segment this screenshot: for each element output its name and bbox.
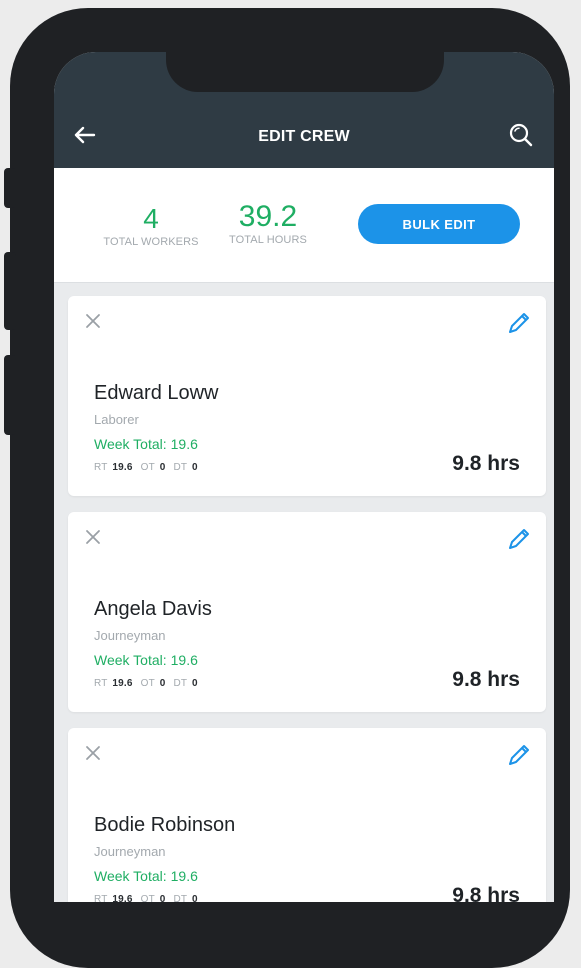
search-button[interactable]: [508, 122, 534, 148]
total-workers-value: 4: [143, 203, 159, 234]
pencil-icon: [509, 529, 529, 549]
ot-label: OT: [140, 894, 155, 902]
total-hours-label: TOTAL HOURS: [229, 234, 307, 246]
worker-role: Journeyman: [94, 628, 166, 643]
rt-value: 19.6: [112, 462, 133, 473]
rt-label: RT: [94, 678, 108, 689]
week-total: Week Total: 19.6: [94, 436, 198, 452]
remove-worker-button[interactable]: [84, 744, 102, 762]
daily-hours: 9.8 hrs: [452, 884, 520, 902]
ot-value: 0: [159, 678, 166, 689]
page-title: EDIT CREW: [258, 128, 350, 145]
dt-value: 0: [192, 894, 198, 902]
rt-label: RT: [94, 462, 108, 473]
worker-name: Edward Loww: [94, 382, 219, 404]
phone-notch: [166, 52, 444, 92]
total-workers-stat: 4 TOTAL WORKERS: [80, 203, 222, 249]
rt-value: 19.6: [112, 678, 133, 689]
pencil-icon: [509, 313, 529, 333]
dt-label: DT: [173, 462, 188, 473]
bulk-edit-button[interactable]: BULK EDIT: [358, 204, 520, 244]
edit-worker-button[interactable]: [506, 310, 532, 336]
week-total-label: Week Total:: [94, 868, 167, 884]
hours-breakdown: RT 19.6 OT 0 DT 0: [94, 678, 203, 689]
daily-hours: 9.8 hrs: [452, 452, 520, 475]
week-total-value: 19.6: [170, 652, 198, 668]
close-icon: [86, 530, 100, 544]
worker-card: Bodie Robinson Journeyman Week Total: 19.…: [68, 728, 546, 902]
ot-label: OT: [140, 462, 155, 473]
week-total-value: 19.6: [170, 436, 198, 452]
remove-worker-button[interactable]: [84, 528, 102, 546]
worker-name: Angela Davis: [94, 598, 212, 620]
total-workers-label: TOTAL WORKERS: [103, 236, 199, 248]
week-total-label: Week Total:: [94, 436, 167, 452]
app-screen: EDIT CREW 4 TOTAL WORKERS 39.2 TOTAL HOU…: [54, 52, 554, 902]
total-hours-value: 39.2: [238, 200, 298, 233]
remove-worker-button[interactable]: [84, 312, 102, 330]
dt-label: DT: [173, 894, 188, 902]
worker-name: Bodie Robinson: [94, 814, 236, 836]
rt-value: 19.6: [112, 894, 133, 902]
pencil-icon: [509, 745, 529, 765]
worker-card: Angela Davis Journeyman Week Total: 19.6 …: [68, 512, 546, 712]
search-icon: [509, 123, 533, 147]
ot-label: OT: [140, 678, 155, 689]
worker-role: Journeyman: [94, 844, 166, 859]
week-total: Week Total: 19.6: [94, 868, 198, 884]
week-total: Week Total: 19.6: [94, 652, 198, 668]
close-icon: [86, 746, 100, 760]
close-icon: [86, 314, 100, 328]
ot-value: 0: [159, 462, 166, 473]
worker-card: Edward Loww Laborer Week Total: 19.6 RT 1…: [68, 296, 546, 496]
dt-value: 0: [192, 678, 198, 689]
total-hours-stat: 39.2 TOTAL HOURS: [220, 200, 316, 247]
dt-label: DT: [173, 678, 188, 689]
edit-worker-button[interactable]: [506, 742, 532, 768]
dt-value: 0: [192, 462, 198, 473]
edit-worker-button[interactable]: [506, 526, 532, 552]
week-total-label: Week Total:: [94, 652, 167, 668]
hours-breakdown: RT 19.6 OT 0 DT 0: [94, 462, 203, 473]
worker-role: Laborer: [94, 412, 139, 427]
week-total-value: 19.6: [170, 868, 198, 884]
daily-hours: 9.8 hrs: [452, 668, 520, 691]
hours-breakdown: RT 19.6 OT 0 DT 0: [94, 894, 203, 902]
ot-value: 0: [159, 894, 166, 902]
rt-label: RT: [94, 894, 108, 902]
